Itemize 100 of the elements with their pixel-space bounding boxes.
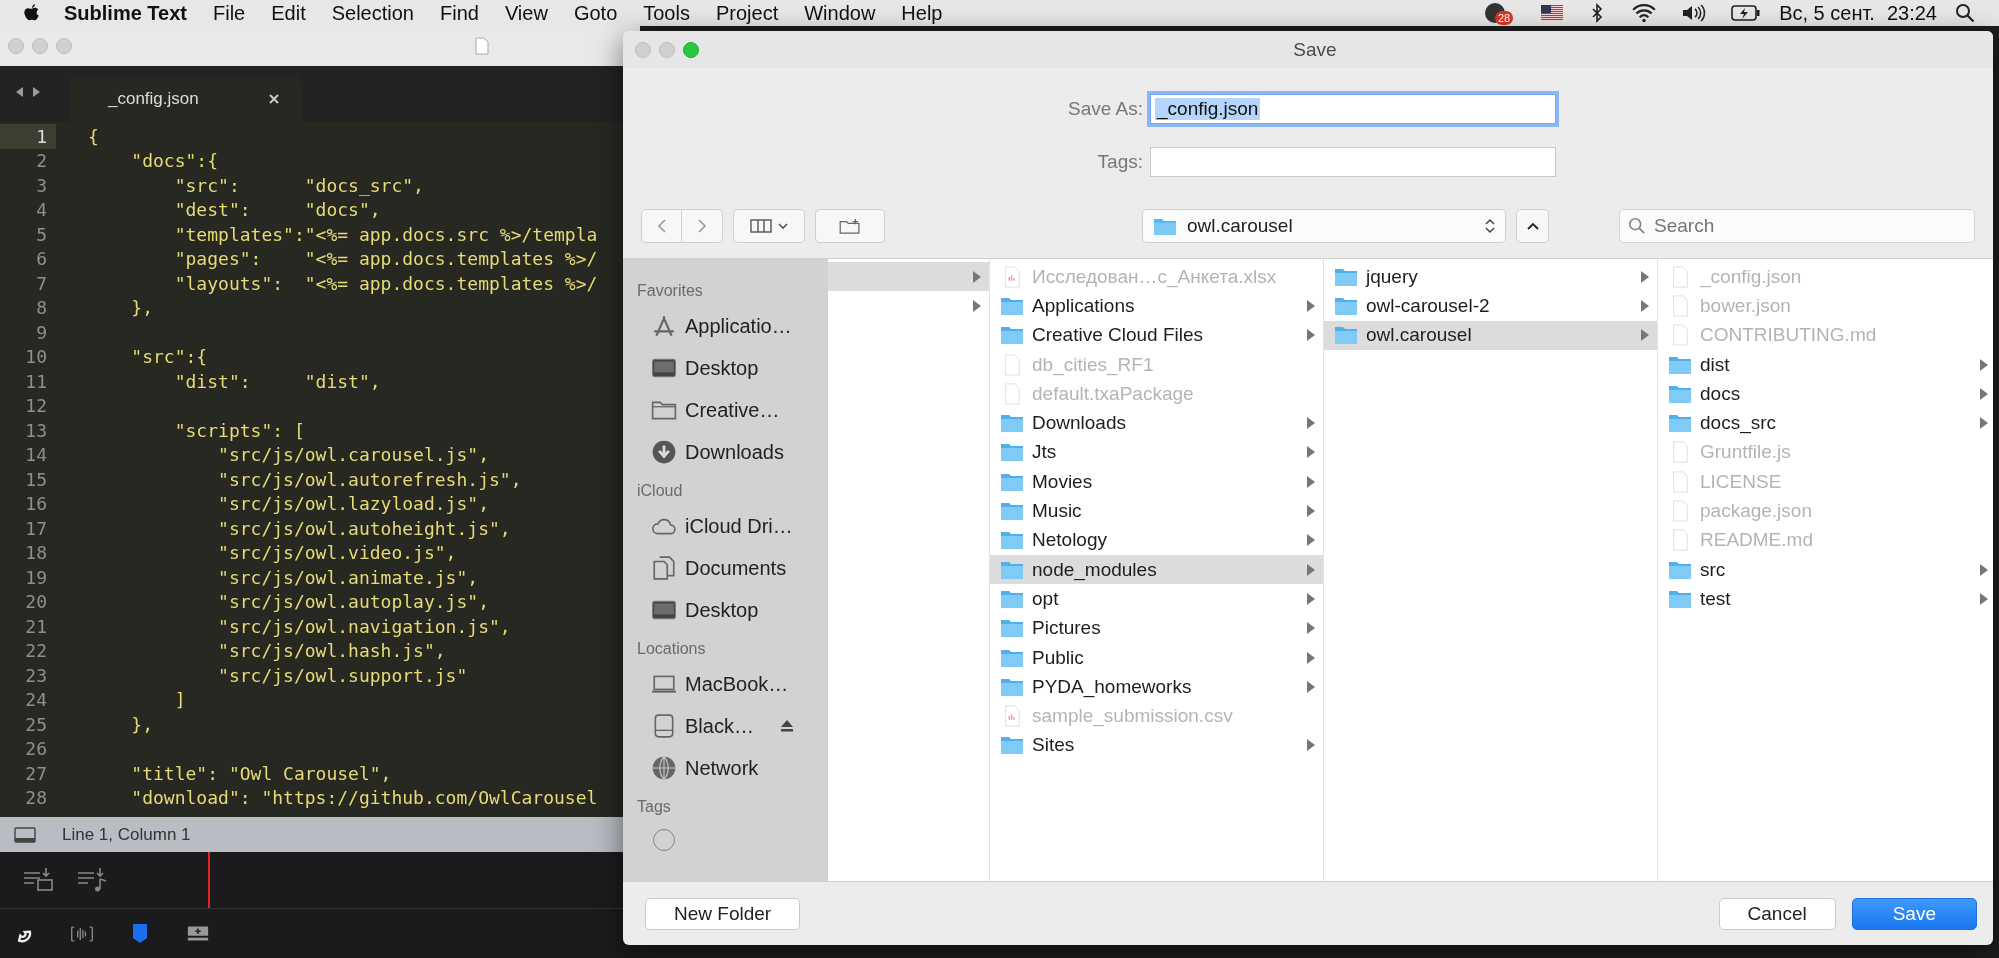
folder-entry[interactable]: opt <box>990 584 1323 614</box>
search-field[interactable]: Search <box>1619 209 1975 243</box>
disclosure-arrow-icon <box>1980 563 1988 576</box>
menu-item[interactable]: Selection <box>318 1 427 25</box>
menu-item[interactable]: Edit <box>258 1 319 25</box>
back-arrow-icon[interactable] <box>14 86 24 98</box>
sidebar-item[interactable]: Applicatio… <box>623 305 828 347</box>
code-line: "layouts": "<%= app.docs.templates %>/ <box>173 272 598 294</box>
folder-plus-icon <box>839 218 861 234</box>
sidebar-item[interactable]: iCloud Dri… <box>623 505 828 547</box>
tags-field[interactable] <box>1150 146 1556 177</box>
sidebar-item[interactable]: Documents <box>623 547 828 589</box>
panel-icon[interactable] <box>14 826 36 843</box>
folder-icon <box>1000 441 1024 464</box>
line-number: 18 <box>24 542 47 564</box>
folder-entry[interactable]: Applications <box>990 291 1323 321</box>
disclosure-arrow-icon <box>1641 329 1649 342</box>
eject-icon[interactable] <box>779 719 794 733</box>
time-text[interactable]: 23:24 <box>1886 1 1937 25</box>
folder-entry[interactable]: Sites <box>990 730 1323 761</box>
folder-entry[interactable]: Jts <box>990 437 1323 468</box>
filename-field[interactable]: _config.json <box>1150 93 1556 124</box>
code-line: "src":{ <box>130 346 208 368</box>
globe-icon <box>651 755 677 781</box>
line-number: 26 <box>24 738 47 760</box>
folder-entry[interactable]: src <box>1658 554 1993 585</box>
menu-item[interactable]: View <box>491 1 561 25</box>
location-dropdown[interactable]: owl.carousel <box>1142 209 1506 243</box>
code-line: "src/js/owl.autoplay.js", <box>217 591 489 613</box>
folder-entry[interactable]: docs_src <box>1658 408 1993 438</box>
code-line: "src/js/owl.autoheight.js", <box>217 517 511 539</box>
folder-icon <box>1000 734 1024 757</box>
folder-entry[interactable]: jquery <box>1324 262 1657 292</box>
line-number: 3 <box>35 174 47 196</box>
code-line: "src": "docs_src", <box>173 174 424 196</box>
disclosure-arrow-icon <box>1307 592 1315 605</box>
code-line: }, <box>130 713 154 735</box>
disclosure-arrow-icon <box>1641 270 1649 283</box>
file-tab[interactable]: _config.json <box>70 76 301 122</box>
sidebar-item[interactable]: Network <box>623 747 828 789</box>
code-line: "src/js/owl.navigation.js", <box>217 615 511 637</box>
column-view-button[interactable] <box>733 209 805 243</box>
folder-entry[interactable]: Creative Cloud Files <box>990 320 1323 350</box>
close-icon[interactable] <box>268 94 279 104</box>
menu-item[interactable]: Help <box>888 1 956 25</box>
menu-item[interactable]: Project <box>702 1 792 25</box>
expand-button[interactable] <box>1516 209 1549 243</box>
sidebar-item[interactable]: Creative… <box>623 389 828 431</box>
new-folder-button[interactable] <box>815 209 885 243</box>
disclosure-arrow-icon <box>1307 651 1315 664</box>
battery-charging-icon[interactable] <box>1731 3 1762 23</box>
menu-item[interactable]: Find <box>427 1 492 25</box>
folder-entry[interactable]: owl.carousel <box>1324 320 1657 350</box>
folder-entry[interactable]: node_modules <box>990 554 1323 585</box>
folder-entry[interactable]: dist <box>1658 349 1993 380</box>
sidebar-item[interactable]: Desktop <box>623 347 828 389</box>
sidebar-item[interactable]: Black… <box>623 705 828 747</box>
sidebar-item[interactable]: MacBook… <box>623 663 828 705</box>
folder-entry[interactable]: test <box>1658 584 1993 614</box>
app-menu[interactable]: Sublime Text <box>60 1 200 25</box>
date-text[interactable]: Вс, 5 сент. <box>1779 1 1875 25</box>
code-line: "src/js/owl.animate.js", <box>217 566 479 588</box>
folder-entry[interactable]: Pictures <box>990 613 1323 643</box>
menu-item[interactable]: File <box>200 1 259 25</box>
search-icon[interactable] <box>1955 3 1975 23</box>
folder-entry[interactable]: docs <box>1658 379 1993 409</box>
menu-item[interactable]: Goto <box>560 1 631 25</box>
sidebar-item[interactable]: Desktop <box>623 589 828 631</box>
sidebar-item[interactable]: Downloads <box>623 431 828 473</box>
wifi-icon[interactable] <box>1631 3 1658 23</box>
folder-entry[interactable]: Downloads <box>990 408 1323 438</box>
disclosure-arrow-icon <box>1307 505 1315 517</box>
folder-icon <box>1668 412 1692 435</box>
new-folder-text-button[interactable]: New Folder <box>645 897 801 930</box>
folder-icon <box>1000 617 1024 640</box>
line-number: 2 <box>35 150 47 172</box>
menu-item[interactable]: Window <box>791 1 889 25</box>
code-line: }, <box>130 297 154 319</box>
disclosure-arrow-icon <box>1307 622 1315 635</box>
cancel-button[interactable]: Cancel <box>1718 897 1836 930</box>
save-button[interactable]: Save <box>1851 897 1977 930</box>
folder-entry[interactable]: PYDA_homeworks <box>990 672 1323 702</box>
apps-icon <box>651 313 677 339</box>
menu-item[interactable]: Tools <box>630 1 703 25</box>
folder-entry[interactable]: Public <box>990 642 1323 673</box>
volume-icon[interactable] <box>1681 3 1708 23</box>
disclosure-arrow-icon <box>1980 387 1988 400</box>
forward-arrow-icon[interactable] <box>32 86 42 98</box>
list-film-icon[interactable] <box>22 867 56 893</box>
folder-icon <box>1000 324 1024 347</box>
line-number: 13 <box>24 419 47 441</box>
folder-entry[interactable]: owl-carousel-2 <box>1324 291 1657 321</box>
folder-entry[interactable]: Movies <box>990 467 1323 497</box>
flag-icon[interactable] <box>1541 5 1564 21</box>
line-number: 6 <box>35 248 47 270</box>
code-line: "templates":"<%= app.docs.src %>/templa <box>173 223 598 245</box>
folder-entry[interactable]: Netology <box>990 525 1323 555</box>
code-line: "download": "https://github.com/OwlCarousel <box>130 787 598 809</box>
folder-entry[interactable]: Music <box>990 496 1323 526</box>
disclosure-arrow-icon <box>1641 299 1649 312</box>
